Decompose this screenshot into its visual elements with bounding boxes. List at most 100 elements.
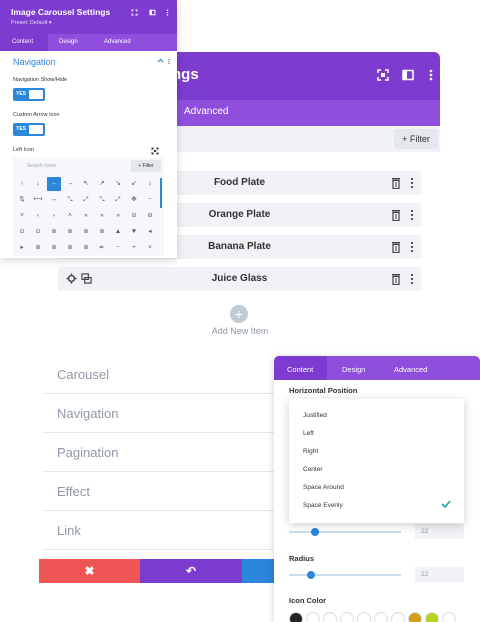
color-swatch[interactable] bbox=[391, 612, 405, 622]
radius-value-input[interactable]: 22 bbox=[415, 567, 464, 582]
color-swatch[interactable] bbox=[323, 612, 337, 622]
section-title[interactable]: Navigation bbox=[13, 57, 56, 67]
option-left[interactable]: Left bbox=[303, 430, 314, 437]
add-new-item-button[interactable]: + bbox=[230, 305, 248, 323]
fullscreen-icon[interactable] bbox=[376, 68, 390, 82]
menu-item-pagination[interactable]: Pagination bbox=[42, 434, 292, 472]
tab-design[interactable]: Design bbox=[342, 365, 365, 374]
icon-option[interactable]: → bbox=[63, 177, 77, 191]
icon-option[interactable]: ↙ bbox=[127, 177, 141, 191]
color-swatch[interactable] bbox=[425, 612, 439, 622]
icon-option[interactable]: ↗ bbox=[95, 177, 109, 191]
target-icon[interactable] bbox=[151, 147, 159, 155]
icon-option[interactable]: ⊙ bbox=[15, 225, 29, 239]
more-options-icon[interactable] bbox=[166, 9, 169, 16]
icon-option[interactable]: ✥ bbox=[127, 193, 141, 207]
icon-option[interactable]: ↔ bbox=[47, 193, 61, 207]
tab-content[interactable]: Content bbox=[12, 39, 33, 45]
option-space-evenly[interactable]: Space Evenly bbox=[303, 502, 343, 509]
filter-button[interactable]: + Filter bbox=[394, 129, 438, 149]
icon-option[interactable]: ⊛ bbox=[63, 241, 77, 255]
tab-advanced[interactable]: Advanced bbox=[394, 365, 427, 374]
icon-option[interactable]: ⊙ bbox=[31, 225, 45, 239]
icon-option[interactable]: ⤢ bbox=[111, 193, 125, 207]
color-swatch[interactable] bbox=[442, 612, 456, 622]
radius-slider-track[interactable] bbox=[289, 574, 401, 576]
slider-track[interactable] bbox=[289, 531, 401, 533]
cancel-button[interactable]: ✖ bbox=[39, 559, 140, 583]
icon-option[interactable]: ↞ bbox=[95, 241, 109, 255]
split-view-icon[interactable] bbox=[149, 9, 156, 16]
chevron-up-icon[interactable] bbox=[157, 58, 164, 63]
icon-option[interactable]: ⤡ bbox=[63, 193, 77, 207]
slider-value-input[interactable]: 22 bbox=[415, 524, 464, 539]
icon-option[interactable]: − bbox=[111, 241, 125, 255]
icon-option[interactable]: ↑ bbox=[15, 177, 29, 191]
trash-icon[interactable] bbox=[391, 177, 401, 189]
icon-option[interactable]: ⊝ bbox=[127, 209, 141, 223]
icon-option[interactable]: ← bbox=[47, 177, 61, 191]
icon-option[interactable]: ⤢ bbox=[79, 193, 93, 207]
icon-option[interactable]: ‹ bbox=[31, 209, 45, 223]
radius-slider-handle[interactable] bbox=[307, 571, 316, 579]
icon-option[interactable]: ⊛ bbox=[79, 241, 93, 255]
color-swatch[interactable] bbox=[340, 612, 354, 622]
color-swatch[interactable] bbox=[357, 612, 371, 622]
option-right[interactable]: Right bbox=[303, 448, 318, 455]
icon-option[interactable]: + bbox=[127, 241, 141, 255]
more-options-icon[interactable] bbox=[168, 58, 170, 65]
icon-option[interactable]: ⟷ bbox=[31, 193, 45, 207]
more-options-icon[interactable] bbox=[410, 177, 414, 189]
icon-option[interactable]: ˅ bbox=[15, 209, 29, 223]
icon-option[interactable]: ◂ bbox=[143, 225, 157, 239]
icon-option[interactable]: ⊛ bbox=[31, 241, 45, 255]
color-swatch[interactable] bbox=[374, 612, 388, 622]
icon-option[interactable]: ⊚ bbox=[47, 225, 61, 239]
icon-option[interactable]: ↕ bbox=[143, 177, 157, 191]
undo-button[interactable]: ↶ bbox=[140, 559, 242, 583]
icon-option[interactable]: ⤡ bbox=[95, 193, 109, 207]
icon-option[interactable]: ⊚ bbox=[95, 225, 109, 239]
preset-selector[interactable]: Preset: Default ▾ bbox=[11, 20, 52, 26]
icon-option[interactable]: ⊖ bbox=[143, 209, 157, 223]
icon-filter-button[interactable]: + Filter bbox=[131, 160, 161, 172]
icon-option[interactable]: ⊚ bbox=[63, 225, 77, 239]
more-options-icon[interactable] bbox=[410, 273, 414, 285]
fullscreen-icon[interactable] bbox=[131, 9, 138, 16]
menu-item-link[interactable]: Link bbox=[42, 512, 292, 550]
icon-option[interactable]: › bbox=[47, 209, 61, 223]
icon-option[interactable]: » bbox=[111, 209, 125, 223]
tab-content[interactable]: Content bbox=[287, 365, 313, 374]
trash-icon[interactable] bbox=[391, 209, 401, 221]
custom-arrow-toggle[interactable]: YES bbox=[13, 123, 45, 136]
icon-option[interactable]: « bbox=[79, 209, 93, 223]
more-options-icon[interactable] bbox=[410, 241, 414, 253]
trash-icon[interactable] bbox=[391, 241, 401, 253]
scrollbar[interactable] bbox=[160, 178, 162, 208]
icon-option[interactable]: ⊚ bbox=[79, 225, 93, 239]
option-center[interactable]: Center bbox=[303, 466, 323, 473]
option-space-around[interactable]: Space Around bbox=[303, 484, 344, 491]
menu-item-navigation[interactable]: Navigation bbox=[42, 395, 292, 433]
icon-option[interactable]: ⊛ bbox=[47, 241, 61, 255]
list-item[interactable]: Juice Glass bbox=[58, 267, 421, 291]
nav-show-hide-toggle[interactable]: YES bbox=[13, 88, 45, 101]
icon-option[interactable]: ▸ bbox=[15, 241, 29, 255]
icon-option[interactable]: ⇅ bbox=[15, 193, 29, 207]
icon-option[interactable]: ↖ bbox=[79, 177, 93, 191]
tab-advanced[interactable]: Advanced bbox=[104, 39, 131, 45]
icon-option[interactable]: ˄ bbox=[63, 209, 77, 223]
split-view-icon[interactable] bbox=[401, 68, 415, 82]
trash-icon[interactable] bbox=[391, 273, 401, 285]
icon-option[interactable]: × bbox=[143, 241, 157, 255]
add-new-item-label[interactable]: Add New Item bbox=[180, 326, 300, 336]
color-swatch[interactable] bbox=[408, 612, 422, 622]
option-justified[interactable]: Justified bbox=[303, 412, 327, 419]
icon-option[interactable]: « bbox=[95, 209, 109, 223]
icon-option[interactable]: − bbox=[143, 193, 157, 207]
icon-option[interactable]: ▲ bbox=[111, 225, 125, 239]
tab-advanced[interactable]: Advanced bbox=[184, 106, 228, 117]
color-swatch[interactable] bbox=[289, 612, 303, 622]
color-swatch[interactable] bbox=[306, 612, 320, 622]
more-options-icon[interactable] bbox=[424, 68, 438, 82]
